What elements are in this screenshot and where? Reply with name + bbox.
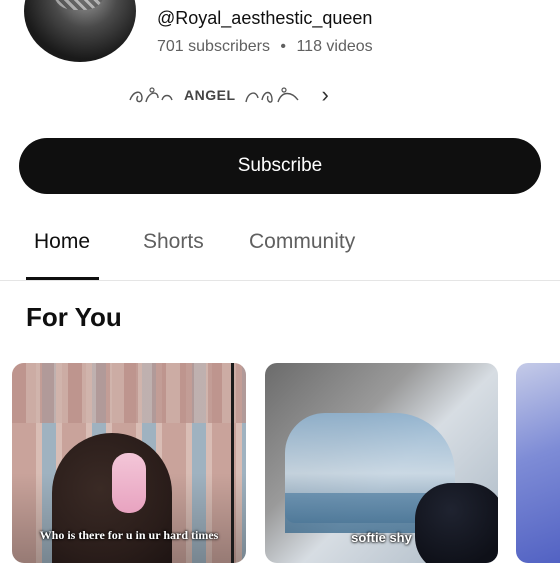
- tab-home[interactable]: Home: [34, 230, 90, 254]
- subscribe-button[interactable]: Subscribe: [19, 138, 541, 194]
- ornament-right-icon: [244, 87, 299, 103]
- channel-stats: 701 subscribers • 118 videos: [157, 38, 373, 56]
- video-caption: softie shy: [351, 530, 412, 545]
- tab-community[interactable]: Community: [249, 230, 355, 254]
- subscriber-count: 701 subscribers: [157, 38, 270, 55]
- channel-links[interactable]: ANGEL ›: [128, 84, 329, 106]
- video-caption: Who is there for u in ur hard times: [39, 528, 219, 542]
- thumbnail-figure: [415, 483, 498, 563]
- channel-link-label[interactable]: ANGEL: [184, 87, 236, 103]
- video-count: 118 videos: [296, 38, 373, 55]
- stats-separator: •: [280, 38, 287, 55]
- active-tab-indicator: [26, 277, 99, 280]
- ornament-left-icon: [129, 87, 173, 103]
- channel-avatar[interactable]: [24, 0, 136, 62]
- bunny-ears-graphic: [112, 453, 146, 513]
- channel-handle: @Royal_aesthestic_queen: [157, 8, 373, 28]
- thumbnail-background: [12, 363, 246, 423]
- channel-tabs: Home Shorts Community: [0, 218, 560, 281]
- tab-shorts[interactable]: Shorts: [143, 230, 204, 254]
- video-card-3[interactable]: [516, 363, 560, 563]
- video-card-2[interactable]: softie shy: [265, 363, 498, 563]
- chevron-right-icon[interactable]: ›: [322, 84, 329, 106]
- section-title: For You: [26, 302, 122, 332]
- video-card-1[interactable]: Who is there for u in ur hard times: [12, 363, 246, 563]
